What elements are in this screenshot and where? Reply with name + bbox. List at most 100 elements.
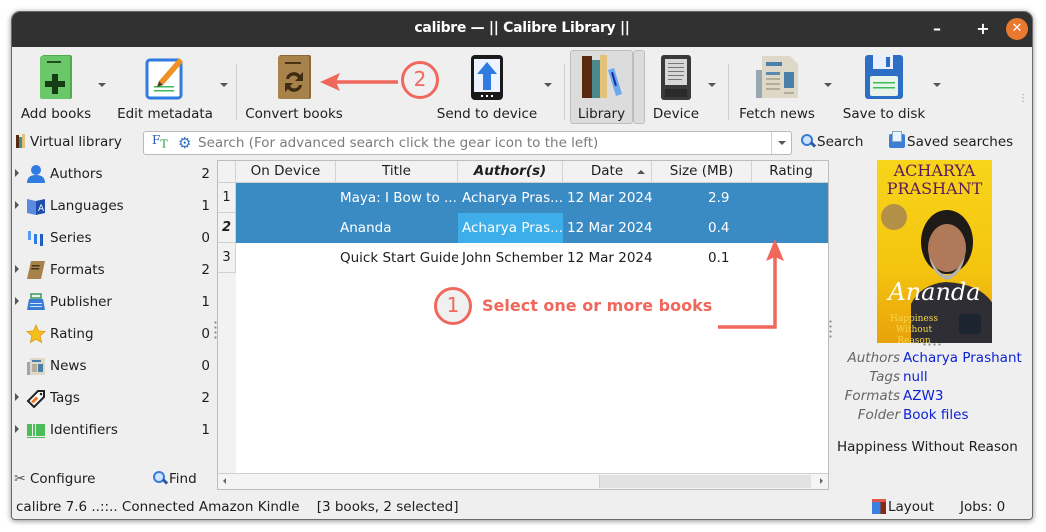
tag-browser-item-tags[interactable]: Tags 2 (12, 384, 212, 412)
expand-arrow-icon[interactable] (15, 265, 19, 273)
cover-subtitle: Happiness Without Reason (890, 314, 938, 343)
gear-icon[interactable]: ⚙ (178, 134, 191, 152)
find-button[interactable]: Find (153, 471, 197, 487)
send-to-device-dropdown[interactable] (544, 83, 552, 87)
expand-arrow-icon[interactable] (15, 201, 19, 209)
tag-browser-item-series[interactable]: Series 0 (12, 224, 212, 252)
calibre-window: calibre — || Calibre Library || – + ✕ Ad… (11, 11, 1033, 520)
book-details-panel: ACHARYA PRASHANT Ananda Happiness Withou… (834, 160, 1032, 490)
toolbar-separator (564, 64, 565, 120)
cell-date: 12 Mar 2024 (567, 190, 652, 206)
minimize-button[interactable]: – (926, 18, 948, 40)
cell-on-device (236, 213, 336, 243)
details-row-formats: Formats AZW3 (844, 388, 944, 404)
add-books-button[interactable]: Add books (18, 52, 94, 124)
layout-icon (872, 499, 886, 514)
expand-arrow-icon[interactable] (15, 425, 19, 433)
kindle-device-icon (661, 55, 691, 100)
edit-metadata-button[interactable]: Edit metadata (116, 52, 214, 124)
column-header-size[interactable]: Size (MB) (652, 161, 752, 183)
full-text-search-icon[interactable]: FT (152, 133, 168, 150)
jobs-indicator[interactable]: Jobs: 0 (960, 499, 1005, 515)
tag-browser: Authors 2 A Languages 1 Series 0 Formats… (12, 160, 217, 460)
column-header-on-device[interactable]: On Device (236, 161, 336, 183)
scroll-left-icon[interactable] (223, 478, 226, 484)
send-to-device-button[interactable]: Send to device (436, 52, 538, 124)
column-header-title[interactable]: Title (336, 161, 458, 183)
cell-date: 12 Mar 2024 (567, 250, 652, 266)
column-header-rating[interactable]: Rating (752, 161, 830, 183)
saved-searches-button[interactable]: Saved searches (889, 131, 1013, 150)
virtual-library-button[interactable]: Virtual library (16, 134, 122, 150)
scroll-right-icon[interactable] (820, 478, 823, 484)
tag-icon (26, 390, 45, 408)
tag-browser-item-identifiers[interactable]: Identifiers 1 (12, 416, 212, 444)
saved-searches-icon (889, 131, 905, 148)
expand-arrow-icon[interactable] (15, 169, 19, 177)
library-button[interactable]: Library (570, 52, 633, 124)
table-row[interactable]: Maya: I Bow to ... Acharya Pras... 12 Ma… (236, 183, 828, 213)
configure-button[interactable]: ✂ Configure (14, 471, 95, 487)
tag-browser-item-authors[interactable]: Authors 2 (12, 160, 212, 188)
newspaper-icon (756, 56, 798, 98)
expand-arrow-icon[interactable] (15, 297, 19, 305)
search-input[interactable]: FT ⚙ Search (For advanced search click t… (143, 131, 792, 155)
save-to-disk-button[interactable]: Save to disk (840, 52, 928, 124)
tag-browser-item-news[interactable]: News 0 (12, 352, 212, 380)
horizontal-scrollbar[interactable] (218, 473, 828, 489)
languages-icon: A (27, 199, 45, 215)
book-format-icon (27, 261, 45, 279)
toolbar-overflow-handle[interactable]: ⋮ (1018, 93, 1028, 104)
device-button[interactable]: Device (648, 52, 704, 124)
column-header-date[interactable]: Date (563, 161, 652, 183)
convert-books-label: Convert books (245, 106, 343, 122)
close-button[interactable]: ✕ (1006, 18, 1028, 40)
search-button[interactable]: Search (801, 134, 863, 150)
tags-link[interactable]: null (903, 369, 928, 385)
tag-browser-item-rating[interactable]: Rating 0 (12, 320, 212, 348)
authors-link[interactable]: Acharya Prashant (903, 350, 1022, 366)
table-header: On Device Title Author(s) Date Size (MB)… (218, 161, 828, 183)
cell-rating (752, 183, 830, 213)
cell-title: Ananda (340, 220, 392, 236)
cell-on-device (236, 183, 336, 213)
fetch-news-dropdown[interactable] (824, 83, 832, 87)
cover-title: Ananda (888, 278, 981, 306)
formats-link[interactable]: AZW3 (903, 388, 943, 404)
details-splitter[interactable] (829, 319, 832, 339)
tag-browser-item-publisher[interactable]: Publisher 1 (12, 288, 212, 316)
row-number[interactable]: 3 (218, 243, 236, 273)
maximize-button[interactable]: + (972, 18, 994, 40)
barcode-icon (27, 424, 45, 438)
edit-metadata-dropdown[interactable] (220, 83, 228, 87)
convert-icon (278, 55, 311, 99)
book-comments: Happiness Without Reason (837, 439, 1018, 455)
library-dropdown[interactable] (633, 50, 645, 124)
column-header-authors[interactable]: Author(s) (458, 161, 563, 183)
expand-arrow-icon[interactable] (15, 393, 19, 401)
add-books-dropdown[interactable] (98, 83, 106, 87)
device-dropdown[interactable] (708, 83, 716, 87)
details-row-folder: Folder Book files (857, 407, 969, 423)
row-number[interactable]: 1 (218, 183, 236, 213)
search-icon (153, 471, 167, 485)
status-bar: calibre 7.6 ..::.. Connected Amazon Kind… (12, 496, 1032, 519)
book-cover[interactable]: ACHARYA PRASHANT Ananda Happiness Withou… (877, 160, 992, 343)
save-to-disk-dropdown[interactable] (933, 83, 941, 87)
fetch-news-label: Fetch news (739, 106, 815, 122)
tag-browser-item-formats[interactable]: Formats 2 (12, 256, 212, 284)
window-title: calibre — || Calibre Library || (414, 20, 630, 36)
cover-author: ACHARYA PRASHANT (886, 161, 983, 198)
publisher-icon (27, 293, 45, 310)
row-numbers: 1 2 3 (218, 183, 236, 473)
folder-link[interactable]: Book files (903, 407, 968, 423)
toolbar-separator (236, 64, 237, 120)
scrollbar-thumb[interactable] (599, 475, 811, 488)
row-number[interactable]: 2 (218, 213, 236, 243)
layout-button[interactable]: Layout (872, 499, 934, 515)
tag-browser-item-languages[interactable]: A Languages 1 (12, 192, 212, 220)
fetch-news-button[interactable]: Fetch news (736, 52, 818, 124)
main-toolbar: Add books Edit metadata Convert books 2 … (12, 48, 1032, 128)
search-history-dropdown[interactable] (771, 132, 791, 154)
cover-splitter[interactable] (922, 343, 942, 346)
